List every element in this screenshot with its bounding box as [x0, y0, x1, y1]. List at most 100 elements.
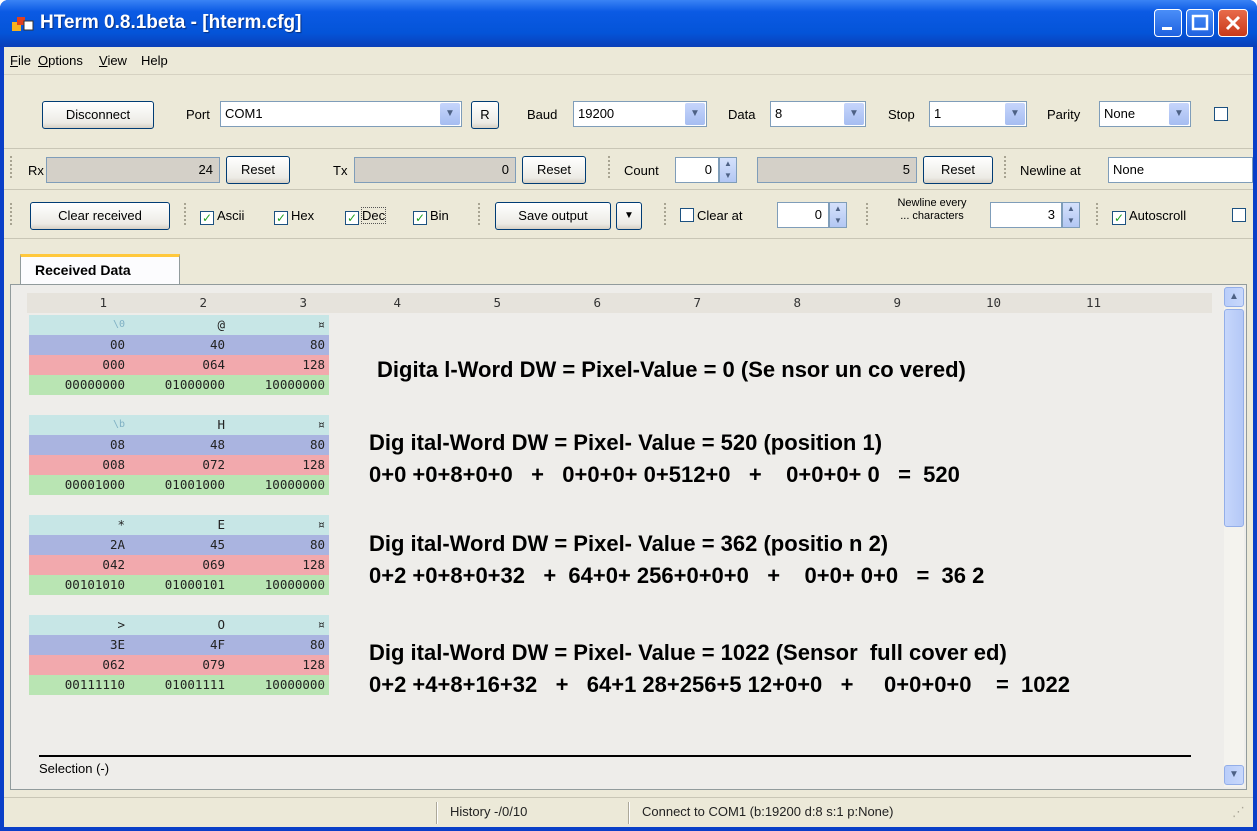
dec-cell[interactable]: 062 — [29, 655, 129, 675]
ascii-cell[interactable]: ¤ — [229, 415, 329, 435]
dec-cell[interactable]: 000 — [29, 355, 129, 375]
toolbar-grip[interactable] — [184, 203, 188, 225]
baud-select[interactable]: 19200 ▼ — [573, 101, 707, 127]
bin-cell[interactable]: 10000000 — [229, 675, 329, 695]
cts-flow-checkbox[interactable] — [1214, 107, 1231, 123]
resize-grip-icon[interactable]: ⋰ — [1232, 804, 1245, 820]
dec-cell[interactable]: 128 — [229, 555, 329, 575]
ascii-cell[interactable]: ¤ — [229, 515, 329, 535]
bin-cell[interactable]: 01001000 — [129, 475, 229, 495]
dec-cell[interactable]: 128 — [229, 655, 329, 675]
bin-cell[interactable]: 01000101 — [129, 575, 229, 595]
toolbar-grip[interactable] — [1004, 156, 1008, 178]
maximize-button[interactable] — [1186, 9, 1214, 37]
ascii-cell[interactable]: \0 — [29, 315, 129, 335]
hex-cell[interactable]: 00 — [29, 335, 129, 355]
count-reset-button[interactable]: Reset — [923, 156, 993, 184]
clear-at-spinner[interactable]: ▲ ▼ — [829, 202, 847, 228]
bin-cell[interactable]: 10000000 — [229, 475, 329, 495]
hex-checkbox[interactable]: ✓ Hex — [274, 208, 314, 225]
hex-cell[interactable]: 80 — [229, 335, 329, 355]
ascii-cell[interactable]: O — [129, 615, 229, 635]
tx-reset-button[interactable]: Reset — [522, 156, 586, 184]
clear-at-input[interactable]: 0 — [777, 202, 829, 228]
dec-cell[interactable]: 079 — [129, 655, 229, 675]
newline-at-select[interactable]: None — [1108, 157, 1253, 183]
count-spinner[interactable]: ▲ ▼ — [719, 157, 737, 183]
dec-cell[interactable]: 072 — [129, 455, 229, 475]
toolbar-grip[interactable] — [866, 203, 870, 225]
disconnect-button[interactable]: Disconnect — [42, 101, 154, 129]
title-bar[interactable]: HTerm 0.8.1beta - [hterm.cfg] — [0, 0, 1257, 47]
ascii-cell[interactable]: \b — [29, 415, 129, 435]
hex-cell[interactable]: 40 — [129, 335, 229, 355]
ascii-cell[interactable]: E — [129, 515, 229, 535]
tab-received-data[interactable]: Received Data — [20, 254, 180, 284]
newline-every-spinner[interactable]: ▲ ▼ — [1062, 202, 1080, 228]
save-output-menu-button[interactable]: ▼ — [616, 202, 642, 230]
dec-cell[interactable]: 064 — [129, 355, 229, 375]
ascii-cell[interactable]: H — [129, 415, 229, 435]
bin-cell[interactable]: 00000000 — [29, 375, 129, 395]
hex-cell[interactable]: 3E — [29, 635, 129, 655]
menu-file[interactable]: File — [10, 53, 31, 68]
menu-options[interactable]: Options — [38, 53, 83, 68]
bin-cell[interactable]: 00111110 — [29, 675, 129, 695]
clear-received-button[interactable]: Clear received — [30, 202, 170, 230]
hex-cell[interactable]: 4F — [129, 635, 229, 655]
port-select[interactable]: COM1 ▼ — [220, 101, 462, 127]
selection-divider[interactable] — [39, 755, 1191, 757]
dec-cell[interactable]: 042 — [29, 555, 129, 575]
scroll-thumb[interactable] — [1224, 309, 1244, 527]
ascii-cell[interactable]: * — [29, 515, 129, 535]
bin-cell[interactable]: 00101010 — [29, 575, 129, 595]
hex-cell[interactable]: 45 — [129, 535, 229, 555]
bin-checkbox[interactable]: ✓ Bin — [413, 208, 449, 225]
stop-bits-select[interactable]: 1 ▼ — [929, 101, 1027, 127]
bin-cell[interactable]: 01001111 — [129, 675, 229, 695]
count-input[interactable]: 0 — [675, 157, 719, 183]
hex-cell[interactable]: 2A — [29, 535, 129, 555]
close-button[interactable] — [1218, 9, 1248, 37]
parity-select[interactable]: None ▼ — [1099, 101, 1191, 127]
bin-cell[interactable]: 10000000 — [229, 375, 329, 395]
hex-cell[interactable]: 80 — [229, 535, 329, 555]
menu-help[interactable]: Help — [141, 53, 168, 68]
ascii-cell[interactable]: @ — [129, 315, 229, 335]
hex-cell[interactable]: 80 — [229, 635, 329, 655]
bin-cell[interactable]: 10000000 — [229, 575, 329, 595]
bin-cell[interactable]: 00001000 — [29, 475, 129, 495]
hex-cell[interactable]: 08 — [29, 435, 129, 455]
ascii-cell[interactable]: > — [29, 615, 129, 635]
dec-cell[interactable]: 008 — [29, 455, 129, 475]
dec-cell[interactable]: 069 — [129, 555, 229, 575]
save-output-button[interactable]: Save output — [495, 202, 611, 230]
dec-cell[interactable]: 128 — [229, 355, 329, 375]
toolbar-grip[interactable] — [10, 203, 14, 225]
toolbar-grip[interactable] — [608, 156, 612, 178]
toolbar-grip[interactable] — [478, 203, 482, 225]
toolbar-grip[interactable] — [664, 203, 668, 225]
bin-cell[interactable]: 01000000 — [129, 375, 229, 395]
toolbar-grip[interactable] — [10, 156, 14, 178]
vertical-scrollbar[interactable]: ▲ ▼ — [1224, 287, 1244, 787]
dec-checkbox[interactable]: ✓ Dec — [345, 207, 387, 225]
autoscroll-checkbox[interactable]: ✓ Autoscroll — [1112, 208, 1186, 225]
hex-cell[interactable]: 80 — [229, 435, 329, 455]
ascii-checkbox[interactable]: ✓ Ascii — [200, 208, 244, 225]
hex-cell[interactable]: 48 — [129, 435, 229, 455]
data-bits-select[interactable]: 8 ▼ — [770, 101, 866, 127]
newline-every-input[interactable]: 3 — [990, 202, 1062, 228]
dec-cell[interactable]: 128 — [229, 455, 329, 475]
ascii-cell[interactable]: ¤ — [229, 615, 329, 635]
extra-checkbox[interactable] — [1232, 208, 1249, 224]
toolbar-grip[interactable] — [1096, 203, 1100, 225]
menu-view[interactable]: View — [99, 53, 127, 68]
ascii-cell[interactable]: ¤ — [229, 315, 329, 335]
clear-at-checkbox[interactable]: Clear at — [680, 208, 743, 224]
minimize-button[interactable] — [1154, 9, 1182, 37]
scroll-down-button[interactable]: ▼ — [1224, 765, 1244, 785]
scroll-up-button[interactable]: ▲ — [1224, 287, 1244, 307]
refresh-ports-button[interactable]: R — [471, 101, 499, 129]
rx-reset-button[interactable]: Reset — [226, 156, 290, 184]
